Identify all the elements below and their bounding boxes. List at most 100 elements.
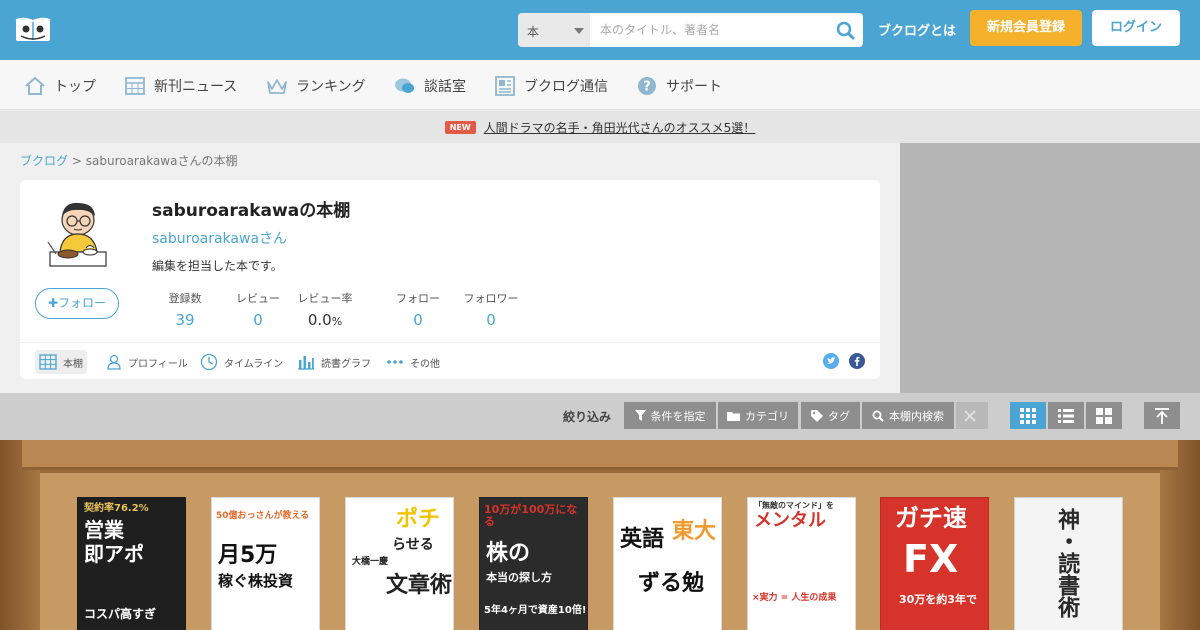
crown-icon [267,79,287,94]
search-icon[interactable] [832,18,858,42]
book-cover[interactable]: 10万が100万になる 株の 本当の探し方 5年4ヶ月で資産10倍! [479,497,588,630]
notice-bar: NEW 人間ドラマの名手・角田光代さんのオススメ5選！ [0,111,1200,143]
book-title-line: 稼ぐ株投資 [218,572,294,590]
filter-conditions-button[interactable]: 条件を指定 [624,402,716,429]
book-title-line: 神・読書術 [1054,508,1080,618]
stat-value: 0.0% [290,311,360,329]
book-title-line: 本当の探し方 [486,571,552,584]
tab-reading-graph[interactable]: 読書グラフ [293,350,375,374]
book-title-line: FX [903,537,959,581]
nav-item-forum[interactable]: 談話室 [394,74,466,98]
nav-item-newsletter[interactable]: ブクログ通信 [494,74,608,98]
stat-value: 0 [253,311,263,329]
newspaper-icon [495,76,515,96]
nav-item-label: サポート [666,79,722,95]
stat-reviews[interactable]: レビュー 0 [223,290,293,329]
grid-icon [39,354,57,370]
nav-item-label: 新刊ニュース [154,79,238,95]
shelf-top [22,440,1178,470]
book-cover[interactable]: 「無敵のマインド」を メンタル ×実力 = 人生の成果 [747,497,856,630]
tab-profile[interactable]: プロフィール [102,350,192,374]
user-link[interactable]: saburoarakawaさん [152,228,287,248]
profile-card: ✚フォロー saburoarakawaの本棚 saburoarakawaさん 編… [20,180,880,379]
nav-item-top[interactable]: トップ [24,74,96,98]
breadcrumb-separator: > [71,154,82,168]
svg-text:?: ? [643,80,651,95]
stat-following[interactable]: フォロー 0 [383,290,453,329]
nav-item-new-release[interactable]: 新刊ニュース [124,74,237,98]
book-cover[interactable]: 東大 英語 ずる勉 [613,497,722,630]
plus-icon: ✚ [47,296,59,310]
tab-label: プロフィール [128,358,188,370]
stat-value: 0 [486,311,496,329]
tab-label: タイムライン [224,358,284,370]
more-icon [387,360,403,364]
book-cover[interactable]: 50億おっさんが教える 月5万 稼ぐ株投資 [211,497,320,630]
signup-button[interactable]: 新規会員登録 [970,10,1082,46]
view-list-button[interactable] [1048,402,1084,429]
stat-value: 0 [413,311,423,329]
book-title-line: 月5万 [218,543,278,568]
book-cover[interactable]: 契約率76.2% 営業 即アポ コスパ高すぎ [77,497,186,630]
filter-tag-button[interactable]: タグ [801,402,860,429]
bio-text: 編集を担当した本です。 [152,259,283,273]
view-large-button[interactable] [1086,402,1122,429]
filter-clear-button[interactable] [956,402,988,429]
stat-value: 39 [175,311,195,329]
main-nav: トップ 新刊ニュース ランキング 談話室 ブクログ通信 ? サポート [0,60,1200,110]
filter-shelf-search-button[interactable]: 本棚内検索 [862,402,954,429]
twitter-icon[interactable] [823,353,839,369]
filter-label: 絞り込み [563,410,612,424]
nav-item-label: 談話室 [424,79,466,95]
notice-link[interactable]: 人間ドラマの名手・角田光代さんのオススメ5選！ [484,119,756,136]
view-grid-button[interactable] [1010,402,1046,429]
filter-category-button[interactable]: カテゴリ [718,402,798,429]
book-cover[interactable]: ポチ らせる 文章術 大橋一慶 [345,497,454,630]
facebook-icon[interactable] [849,353,865,369]
stat-registered[interactable]: 登録数 39 [150,290,220,329]
breadcrumb-current: saburoarakawaさんの本棚 [85,154,238,168]
nav-item-ranking[interactable]: ランキング [266,74,366,98]
bar-graph-icon [298,356,314,370]
shelf-title: saburoarakawaの本棚 [152,201,351,221]
book-cover[interactable]: 神・読書術 [1014,497,1123,630]
filter-button-label: タグ [828,409,850,423]
stat-label: レビュー [236,292,280,305]
tab-more[interactable]: その他 [382,350,444,374]
tab-timeline[interactable]: タイムライン [196,350,287,374]
book-title-line: ポチ [396,507,441,532]
nav-item-label: ブクログ通信 [524,79,608,95]
book-bottom: 5年4ヶ月で資産10倍! [484,605,587,616]
folder-icon [727,411,740,421]
booklog-logo-icon[interactable] [15,17,51,43]
search-input[interactable] [590,13,830,47]
list-view-icon [1058,408,1074,423]
help-icon: ? [638,77,656,95]
user-icon [107,354,121,370]
shelf-back [40,473,1160,630]
stat-followers[interactable]: フォロワー 0 [456,290,526,329]
avatar[interactable] [42,196,112,272]
grid-view-icon [1020,407,1036,424]
ad-area [900,143,1200,393]
tab-bookshelf[interactable]: 本棚 [35,350,87,374]
filter-bar: 絞り込み 条件を指定 カテゴリ タグ 本棚内検索 [0,393,1200,440]
calendar-icon [125,77,145,95]
book-title-line: 文章術 [386,573,453,598]
chat-icon [395,78,414,93]
tag-icon [811,409,823,422]
scroll-top-button[interactable] [1144,402,1180,429]
search-category-select[interactable]: 本 [518,13,590,47]
about-link[interactable]: ブクログとは [878,20,956,39]
follow-button[interactable]: ✚フォロー [35,288,119,319]
login-button[interactable]: ログイン [1092,10,1180,46]
book-cover[interactable]: ガチ速 FX 30万を約3年で [880,497,989,630]
nav-item-support[interactable]: ? サポート [636,74,722,98]
book-sub: 大橋一慶 [352,557,389,567]
search-category-label: 本 [527,25,540,39]
breadcrumb-root-link[interactable]: ブクログ [20,154,68,168]
book-sub: 10万が100万になる [484,503,578,528]
close-icon [963,409,976,422]
stat-review-rate: レビュー率 0.0% [290,290,360,329]
book-sub: 50億おっさんが教える [216,511,310,521]
